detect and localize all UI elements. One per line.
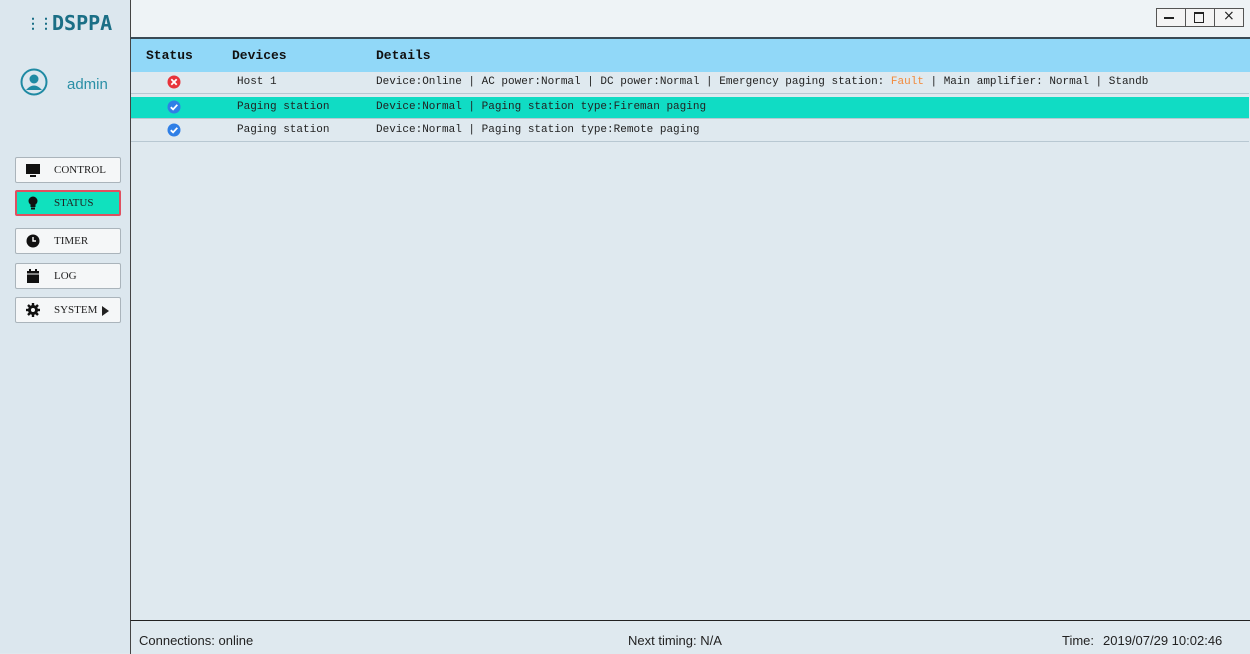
- submenu-arrow-icon: [102, 306, 109, 316]
- gear-icon: [26, 303, 40, 317]
- nav-log-button[interactable]: LOG: [15, 263, 121, 289]
- table-header: Status Devices Details: [131, 39, 1250, 72]
- sidebar: ⋮⋮DSPPA admin CONTROL STATUS TIMER LOG S…: [0, 0, 130, 653]
- header-status: Status: [146, 48, 193, 63]
- nav-control-button[interactable]: CONTROL: [15, 157, 121, 183]
- lightbulb-icon: [28, 196, 38, 210]
- title-bar: ×: [130, 0, 1250, 37]
- brand-logo: ⋮⋮DSPPA: [26, 11, 113, 35]
- user-name: admin: [67, 76, 108, 93]
- error-status-icon: [167, 75, 181, 89]
- user-avatar-icon: [20, 68, 48, 96]
- monitor-icon: [26, 164, 40, 177]
- header-devices: Devices: [232, 48, 287, 63]
- maximize-button[interactable]: [1186, 9, 1215, 26]
- device-details: Device:Normal | Paging station type:Fire…: [376, 101, 707, 113]
- table-row[interactable]: Paging station Device:Normal | Paging st…: [131, 97, 1249, 119]
- maximize-icon: [1194, 12, 1204, 23]
- device-name: Paging station: [237, 101, 330, 113]
- ok-status-icon: [167, 100, 181, 114]
- nav-system-button[interactable]: SYSTEM: [15, 297, 121, 323]
- minimize-icon: [1164, 17, 1174, 19]
- table-row[interactable]: Paging station Device:Normal | Paging st…: [131, 120, 1249, 142]
- device-details: Device:Online | AC power:Normal | DC pow…: [376, 76, 1149, 88]
- nav-timer-label: TIMER: [54, 235, 89, 247]
- next-timing: Next timing: N/A: [628, 633, 722, 648]
- status-bar: Connections: online Next timing: N/A Tim…: [130, 620, 1250, 654]
- calendar-icon: [27, 269, 39, 283]
- fault-text: Fault: [890, 76, 924, 88]
- ok-status-icon: [167, 123, 181, 137]
- nav-control-label: CONTROL: [54, 164, 106, 176]
- clock-icon: [26, 234, 40, 248]
- nav-log-label: LOG: [54, 270, 77, 282]
- time-label: Time:: [1062, 633, 1095, 648]
- nav-timer-button[interactable]: TIMER: [15, 228, 121, 254]
- connections-status: Connections: online: [139, 633, 254, 648]
- header-details: Details: [376, 48, 431, 63]
- time-value: 2019/07/29 10:02:46: [1103, 633, 1223, 648]
- user-panel[interactable]: admin: [20, 68, 125, 102]
- minimize-button[interactable]: [1157, 9, 1186, 26]
- nav-status-label: STATUS: [54, 197, 94, 209]
- close-icon: ×: [1223, 8, 1235, 24]
- nav-status-button[interactable]: STATUS: [15, 190, 121, 216]
- nav-system-label: SYSTEM: [54, 304, 98, 316]
- device-name: Paging station: [237, 124, 330, 136]
- table-row[interactable]: Host 1 Device:Online | AC power:Normal |…: [131, 72, 1249, 94]
- close-button[interactable]: ×: [1215, 8, 1243, 26]
- device-details: Device:Normal | Paging station type:Remo…: [376, 124, 700, 136]
- window-controls: ×: [1156, 8, 1244, 27]
- status-table: Status Devices Details Host 1 Device:Onl…: [130, 37, 1250, 620]
- device-name: Host 1: [237, 76, 277, 88]
